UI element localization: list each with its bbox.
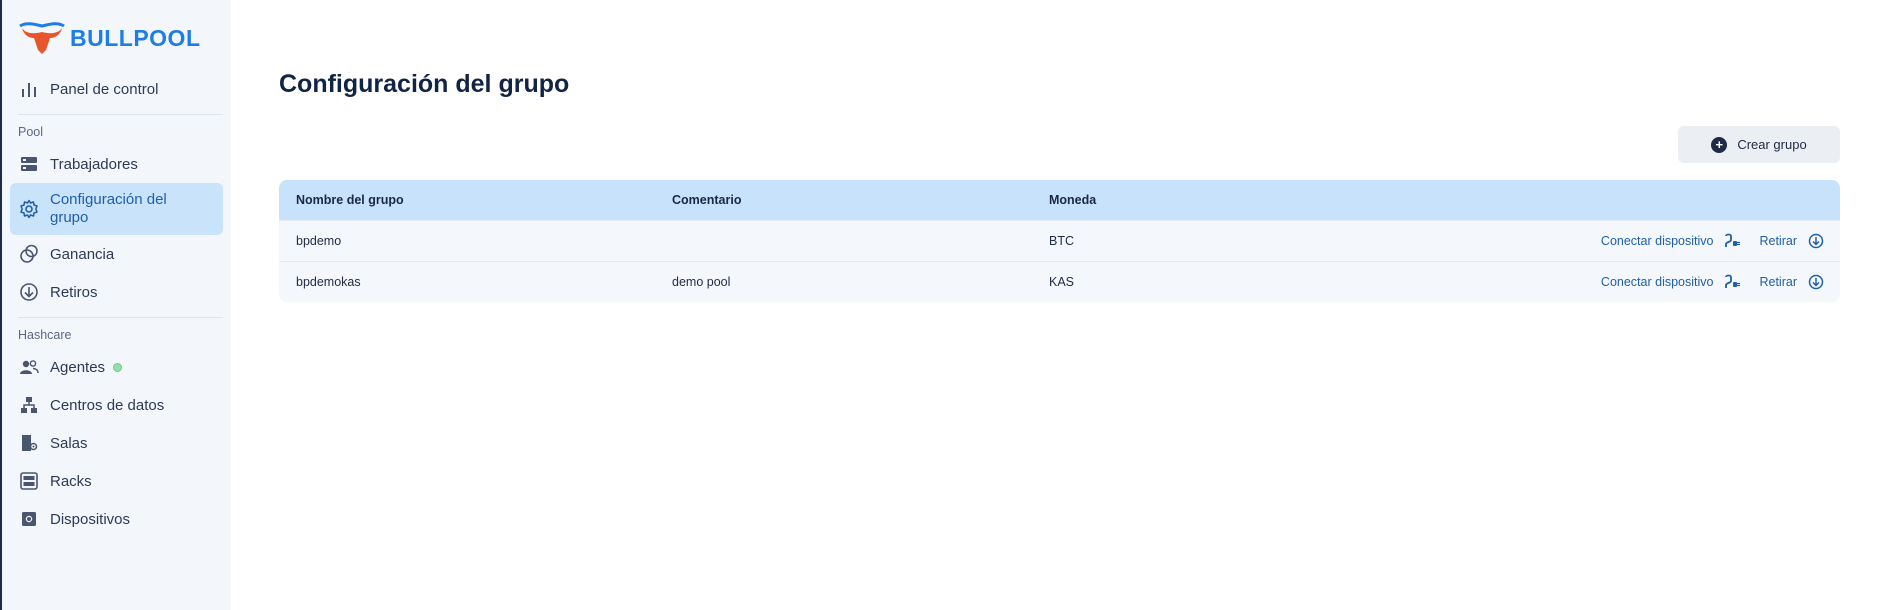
withdraw-link[interactable]: Retirar <box>1759 273 1825 291</box>
table-row: bpdemokas demo pool KAS Conectar disposi… <box>279 261 1840 302</box>
sidebar-item-label: Retiros <box>50 283 98 301</box>
column-header-comment: Comentario <box>672 193 742 207</box>
withdraw-label: Retirar <box>1759 234 1797 248</box>
sidebar-item-label: Racks <box>50 472 92 490</box>
create-group-label: Crear grupo <box>1737 137 1807 152</box>
sidebar-item-racks[interactable]: Racks <box>10 462 223 500</box>
column-header-currency: Moneda <box>1049 193 1097 207</box>
sidebar-item-label: Configuración del grupo <box>50 191 167 226</box>
bar-chart-icon <box>18 78 40 100</box>
sidebar-item-label: Trabajadores <box>50 155 138 173</box>
sidebar-divider <box>18 114 223 115</box>
sidebar-item-ganancia[interactable]: Ganancia <box>10 235 223 273</box>
page-title: Configuración del grupo <box>279 70 570 98</box>
plug-icon <box>1723 273 1741 291</box>
sidebar-item-panel-de-control[interactable]: Panel de control <box>10 70 223 108</box>
create-group-button[interactable]: + Crear grupo <box>1678 126 1840 163</box>
server-icon <box>18 153 40 175</box>
cell-group-name: bpdemo <box>296 234 342 248</box>
connect-device-label: Conectar dispositivo <box>1600 275 1714 289</box>
connect-device-link[interactable]: Conectar dispositivo <box>1601 273 1742 291</box>
bull-logo-icon <box>19 22 65 54</box>
connect-device-label: Conectar dispositivo <box>1600 234 1714 248</box>
rack-icon <box>18 470 40 492</box>
sidebar-item-label: Panel de control <box>50 80 159 98</box>
sidebar-item-trabajadores[interactable]: Trabajadores <box>10 145 223 183</box>
groups-table: Nombre del grupo Comentario Moneda bpdem… <box>279 180 1840 302</box>
sidebar-item-label: Dispositivos <box>50 510 131 528</box>
app: BULLPOOL Panel de control Pool Trabajado… <box>0 0 1884 610</box>
cell-group-name: bpdemokas <box>296 275 361 289</box>
sidebar: BULLPOOL Panel de control Pool Trabajado… <box>0 0 231 610</box>
users-icon <box>18 356 40 378</box>
sidebar-item-agentes[interactable]: Agentes <box>10 348 223 386</box>
sidebar-item-centros-de-datos[interactable]: Centros de datos <box>10 386 223 424</box>
download-circle-icon <box>18 281 40 303</box>
plug-icon <box>1723 232 1741 250</box>
sidebar-item-label: Centros de datos <box>50 396 165 414</box>
cell-actions: Conectar dispositivo Retirar <box>1432 273 1840 291</box>
section-title-pool: Pool <box>18 125 44 139</box>
table-row: bpdemo BTC Conectar dispositivo Retirar <box>279 220 1840 261</box>
logo[interactable]: BULLPOOL <box>18 18 223 58</box>
status-online-dot <box>113 362 123 372</box>
cell-comment: demo pool <box>672 275 731 289</box>
cell-actions: Conectar dispositivo Retirar <box>1432 232 1840 250</box>
section-title-hashcare: Hashcare <box>18 328 72 342</box>
connect-device-link[interactable]: Conectar dispositivo <box>1601 232 1742 250</box>
download-circle-icon <box>1807 273 1825 291</box>
plus-circle-icon: + <box>1711 136 1728 153</box>
withdraw-link[interactable]: Retirar <box>1759 232 1825 250</box>
chip-icon <box>18 508 40 530</box>
column-header-name: Nombre del grupo <box>296 193 404 207</box>
brand-name: BULLPOOL <box>70 24 201 51</box>
table-header: Nombre del grupo Comentario Moneda <box>279 180 1840 220</box>
sidebar-item-salas[interactable]: Salas <box>10 424 223 462</box>
sidebar-item-label: Salas <box>50 434 88 452</box>
cell-currency: BTC <box>1049 234 1074 248</box>
withdraw-label: Retirar <box>1759 275 1797 289</box>
sidebar-item-configuracion-del-grupo[interactable]: Configuración del grupo <box>10 183 223 235</box>
sidebar-item-label: Agentes <box>50 358 106 376</box>
cell-currency: KAS <box>1049 275 1075 289</box>
sidebar-divider <box>18 317 223 318</box>
sidebar-item-dispositivos[interactable]: Dispositivos <box>10 500 223 538</box>
sidebar-item-label: Ganancia <box>50 245 115 263</box>
download-circle-icon <box>1807 232 1825 250</box>
gear-icon <box>18 198 40 220</box>
sidebar-item-retiros[interactable]: Retiros <box>10 273 223 311</box>
coins-icon <box>18 243 40 265</box>
hierarchy-icon <box>18 394 40 416</box>
room-icon <box>18 432 40 454</box>
main-content: Configuración del grupo + Crear grupo No… <box>231 0 1884 610</box>
